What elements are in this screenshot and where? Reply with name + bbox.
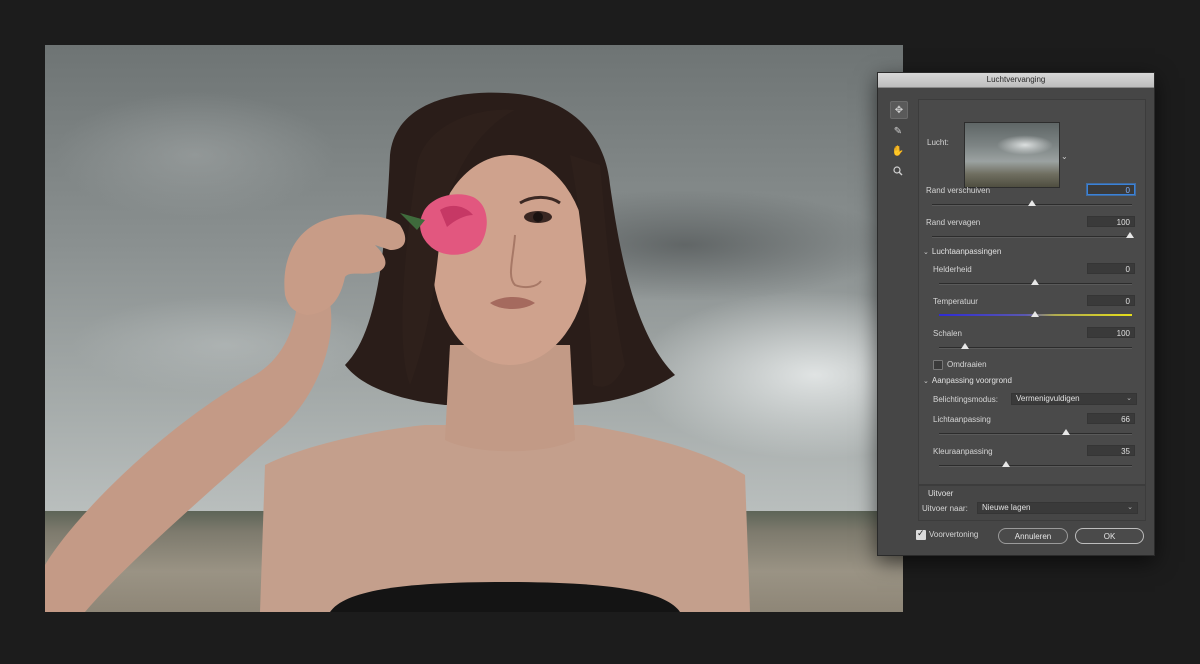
lighting-label: Lichtaanpassing	[933, 415, 991, 424]
color-adjust-input[interactable]: 35	[1087, 445, 1135, 456]
shift-edge-slider-thumb[interactable]	[1028, 200, 1036, 206]
lighting-slider-track[interactable]	[939, 433, 1132, 435]
chevron-down-icon: ⌄	[923, 378, 929, 385]
preview-checkbox[interactable]	[916, 528, 926, 540]
chevron-down-icon: ⌄	[1126, 395, 1132, 402]
color-adjust-slider-track[interactable]	[939, 465, 1132, 467]
move-icon[interactable]: ✥	[890, 101, 908, 119]
lighting-input[interactable]: 66	[1087, 413, 1135, 424]
preview-label: Voorvertoning	[929, 530, 979, 539]
scale-label: Schalen	[933, 329, 962, 338]
temperature-slider-thumb[interactable]	[1031, 311, 1039, 317]
hand-icon[interactable]: ✋	[890, 143, 906, 159]
cancel-button[interactable]: Annuleren	[998, 528, 1068, 544]
settings-panel: Lucht: ⌄ Rand verschuiven 0 Rand vervage…	[918, 99, 1146, 485]
sky-replacement-dialog: Luchtvervanging ✥ ✎ ✋ Lucht: ⌄ Rand vers…	[877, 72, 1155, 556]
sky-brush-icon[interactable]: ✎	[890, 123, 906, 139]
brightness-slider-thumb[interactable]	[1031, 279, 1039, 285]
color-adjust-slider-thumb[interactable]	[1002, 461, 1010, 467]
blend-mode-select[interactable]: Vermenigvuldigen ⌄	[1011, 393, 1137, 405]
dialog-title: Luchtvervanging	[878, 73, 1154, 88]
blend-mode-value: Vermenigvuldigen	[1016, 394, 1080, 403]
lighting-slider-thumb[interactable]	[1062, 429, 1070, 435]
zoom-icon[interactable]	[890, 163, 906, 179]
sky-label: Lucht:	[927, 138, 949, 147]
fade-edge-slider-thumb[interactable]	[1126, 232, 1134, 238]
fade-edge-input[interactable]: 100	[1087, 216, 1135, 227]
output-to-select[interactable]: Nieuwe lagen ⌄	[977, 502, 1138, 514]
chevron-down-icon: ⌄	[1127, 504, 1133, 511]
brightness-label: Helderheid	[933, 265, 972, 274]
foreground-header[interactable]: ⌄ Aanpassing voorgrond	[923, 376, 1012, 385]
blend-mode-label: Belichtingsmodus:	[933, 395, 998, 404]
sky-thumbnail[interactable]	[964, 122, 1060, 188]
sky-dropdown-icon[interactable]: ⌄	[1061, 152, 1068, 161]
shift-edge-label: Rand verschuiven	[926, 186, 991, 195]
tool-column: ✥ ✎ ✋	[890, 101, 908, 183]
sky-adjustments-header[interactable]: ⌄ Luchtaanpassingen	[923, 247, 1001, 256]
color-adjust-label: Kleuraanpassing	[933, 447, 993, 456]
temperature-label: Temperatuur	[933, 297, 978, 306]
output-to-label: Uitvoer naar:	[922, 504, 968, 513]
shift-edge-input[interactable]: 0	[1087, 184, 1135, 195]
fade-edge-label: Rand vervagen	[926, 218, 981, 227]
output-title: Uitvoer	[928, 489, 954, 498]
portrait-figure	[45, 92, 750, 612]
foreground-title: Aanpassing voorgrond	[931, 376, 1012, 385]
output-to-value: Nieuwe lagen	[982, 503, 1031, 512]
photo-canvas[interactable]	[45, 45, 903, 612]
scale-input[interactable]: 100	[1087, 327, 1135, 338]
flip-label: Omdraaien	[947, 360, 987, 369]
brightness-input[interactable]: 0	[1087, 263, 1135, 274]
sky-adjustments-title: Luchtaanpassingen	[931, 247, 1002, 256]
flip-checkbox[interactable]	[933, 360, 943, 370]
temperature-input[interactable]: 0	[1087, 295, 1135, 306]
chevron-down-icon: ⌄	[923, 249, 929, 256]
scale-slider-thumb[interactable]	[961, 343, 969, 349]
fade-edge-slider-track[interactable]	[932, 236, 1132, 238]
ok-button[interactable]: OK	[1075, 528, 1144, 544]
